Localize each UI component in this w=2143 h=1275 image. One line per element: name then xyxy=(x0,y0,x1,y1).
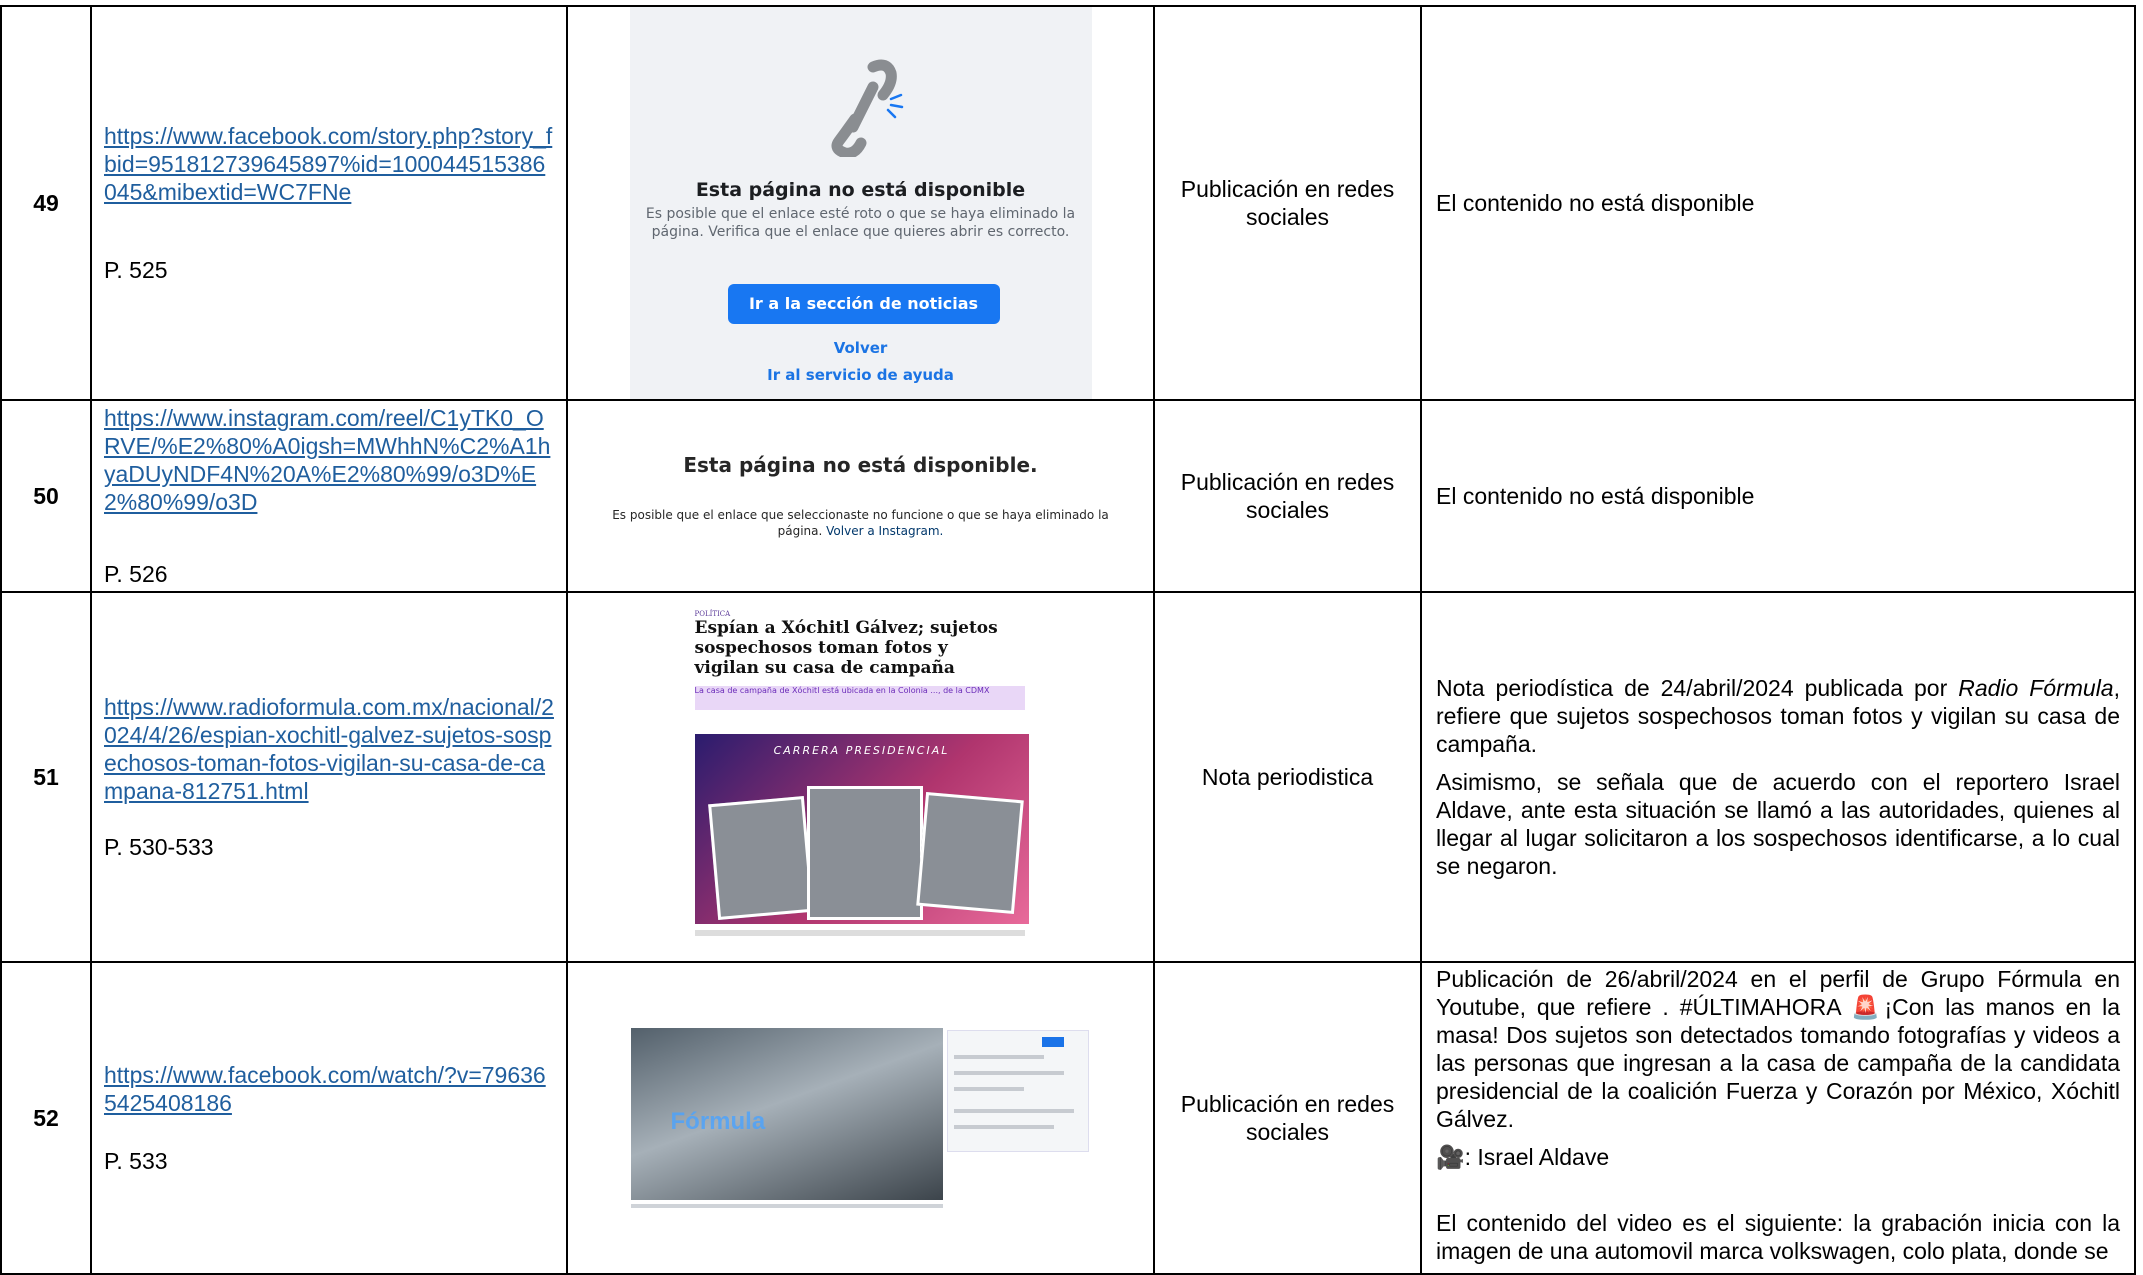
sidebar-line xyxy=(953,1109,1074,1113)
back-link[interactable]: Volver xyxy=(630,339,1092,357)
instagram-unavailable-screenshot: Esta página no está disponible. Es posib… xyxy=(581,453,1141,539)
photo-left xyxy=(707,796,814,920)
evidence-type: Publicación en redes sociales xyxy=(1153,961,1422,1275)
news-article-screenshot: POLÍTICA Espían a Xóchitl Gálvez; sujeto… xyxy=(690,610,1031,944)
description-paragraph: Nota periodística de 24/abril/2024 publi… xyxy=(1436,674,2120,758)
evidence-description: El contenido no está disponible xyxy=(1420,399,2136,593)
page-reference: P. 533 xyxy=(104,1148,168,1174)
evidence-description: Publicación de 26/abril/2024 en el perfi… xyxy=(1420,961,2136,1275)
help-link[interactable]: Ir al servicio de ayuda xyxy=(630,366,1092,384)
video-caption xyxy=(630,1204,943,1208)
photo-center xyxy=(806,786,923,920)
post-sidebar xyxy=(946,1030,1089,1152)
banner-text: CARRERA PRESIDENCIAL xyxy=(773,744,950,757)
url-cell: https://www.facebook.com/watch/?v=796365… xyxy=(90,961,568,1275)
channel-logo: Fórmula xyxy=(670,1108,766,1135)
unavailable-message: Es posible que el enlace esté roto o que… xyxy=(645,206,1076,240)
page-reference: P. 525 xyxy=(104,257,168,283)
section-tag: POLÍTICA xyxy=(694,610,731,618)
follow-button xyxy=(1041,1037,1064,1047)
description-paragraph: El contenido del video es el siguiente: … xyxy=(1436,1210,2120,1264)
video-frame: Fórmula xyxy=(630,1028,943,1200)
article-headline: Espían a Xóchitl Gálvez; sujetos sospech… xyxy=(694,618,998,678)
publisher-name: Radio Fórmula xyxy=(1958,675,2114,701)
screenshot-cell: POLÍTICA Espían a Xóchitl Gálvez; sujeto… xyxy=(566,591,1155,963)
description-paragraph: Publicación de 26/abril/2024 en el perfi… xyxy=(1436,966,2120,1132)
evidence-type: Publicación en redes sociales xyxy=(1153,399,1422,593)
photo-right xyxy=(915,791,1024,915)
sidebar-line xyxy=(953,1055,1044,1059)
url-cell: https://www.radioformula.com.mx/nacional… xyxy=(90,591,568,963)
broken-link-icon xyxy=(831,59,903,157)
evidence-table: 49 https://www.facebook.com/story.php?st… xyxy=(0,5,2136,1275)
source-link[interactable]: https://www.facebook.com/story.php?story… xyxy=(104,122,554,206)
row-number: 50 xyxy=(0,399,92,593)
source-link[interactable]: https://www.instagram.com/reel/C1yTK0_OR… xyxy=(104,404,554,516)
row-number: 51 xyxy=(0,591,92,963)
unavailable-title: Esta página no está disponible xyxy=(695,179,1026,201)
table-row: 51 https://www.radioformula.com.mx/nacio… xyxy=(0,591,2136,963)
table-row: 49 https://www.facebook.com/story.php?st… xyxy=(0,5,2136,401)
table-row: 50 https://www.instagram.com/reel/C1yTK0… xyxy=(0,399,2136,593)
article-footer xyxy=(694,930,1025,936)
back-to-instagram-link[interactable]: Volver a Instagram. xyxy=(826,524,943,538)
news-feed-button[interactable]: Ir a la sección de noticias xyxy=(727,284,1000,324)
source-link[interactable]: https://www.radioformula.com.mx/nacional… xyxy=(104,693,554,805)
article-image: CARRERA PRESIDENCIAL xyxy=(694,734,1029,924)
url-cell: https://www.instagram.com/reel/C1yTK0_OR… xyxy=(90,399,568,593)
screenshot-cell: Esta página no está disponible Es posibl… xyxy=(566,5,1155,401)
article-subhead: La casa de campaña de Xóchitl está ubica… xyxy=(694,686,1025,710)
row-number: 49 xyxy=(0,5,92,401)
screenshot-cell: Esta página no está disponible. Es posib… xyxy=(566,399,1155,593)
description-paragraph: 🎥: Israel Aldave xyxy=(1436,1144,1610,1170)
page-reference: P. 526 xyxy=(104,561,168,587)
screenshot-cell: Fórmula xyxy=(566,961,1155,1275)
unavailable-message: Es posible que el enlace que seleccionas… xyxy=(581,507,1141,539)
description-paragraph: Asimismo, se señala que de acuerdo con e… xyxy=(1436,769,2120,879)
evidence-type: Nota periodistica xyxy=(1153,591,1422,963)
row-number: 52 xyxy=(0,961,92,1275)
evidence-description: El contenido no está disponible xyxy=(1420,5,2136,401)
page-reference: P. 530-533 xyxy=(104,834,214,860)
sidebar-line xyxy=(953,1125,1054,1129)
unavailable-title: Esta página no está disponible. xyxy=(683,453,1038,477)
sidebar-line xyxy=(953,1071,1064,1075)
evidence-description: Nota periodística de 24/abril/2024 publi… xyxy=(1420,591,2136,963)
table-row: 52 https://www.facebook.com/watch/?v=796… xyxy=(0,961,2136,1275)
video-post-screenshot: Fórmula xyxy=(630,1028,1091,1208)
facebook-unavailable-screenshot: Esta página no está disponible Es posibl… xyxy=(629,7,1092,399)
source-link[interactable]: https://www.facebook.com/watch/?v=796365… xyxy=(104,1061,554,1117)
evidence-type: Publicación en redes sociales xyxy=(1153,5,1422,401)
sidebar-line xyxy=(953,1087,1024,1091)
description-text: Nota periodística de 24/abril/2024 publi… xyxy=(1436,675,1959,701)
url-cell: https://www.facebook.com/story.php?story… xyxy=(90,5,568,401)
